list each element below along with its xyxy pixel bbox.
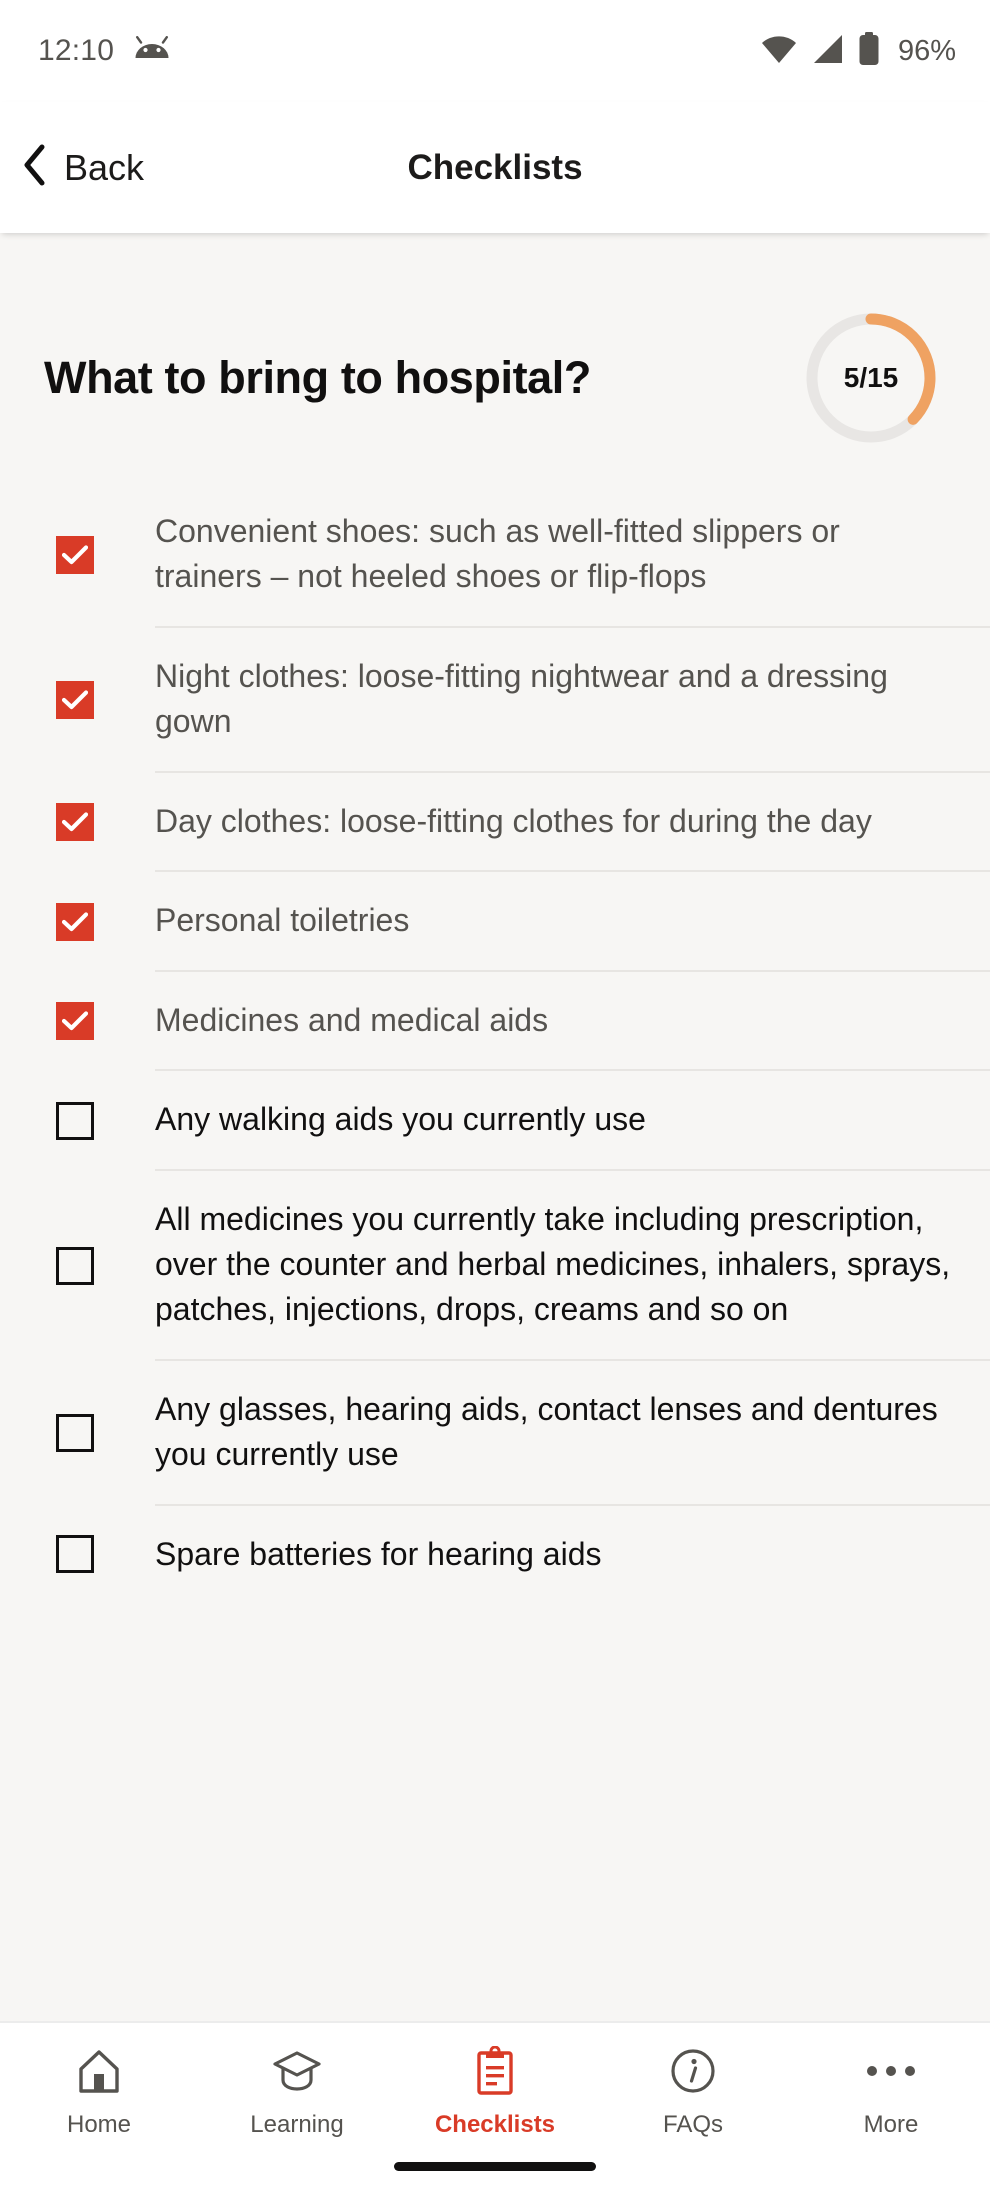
checklist-item-label: Any glasses, hearing aids, contact lense…: [155, 1390, 938, 1473]
battery-icon: [858, 31, 880, 71]
checkbox-cell: [56, 536, 155, 575]
checkbox-cell: [56, 1535, 155, 1574]
checklist-item-label: All medicines you currently take includi…: [155, 1200, 951, 1328]
home-indicator: [394, 2162, 596, 2171]
tab-label: Home: [66, 2111, 132, 2138]
checklist-row-body: Personal toiletries: [155, 872, 990, 972]
tab-faqs[interactable]: FAQs: [594, 2045, 792, 2139]
checkbox-unchecked-icon[interactable]: [56, 1246, 94, 1285]
content-scroll-area[interactable]: What to bring to hospital? 5/15 Convenie…: [0, 233, 990, 2021]
checklist-row-body: Convenient shoes: such as well-fitted sl…: [155, 483, 990, 628]
status-bar: 12:10 96%: [0, 0, 990, 102]
checklist-row-body: Day clothes: loose-fitting clothes for d…: [155, 773, 990, 873]
checkbox-cell: [56, 1101, 155, 1140]
checkbox-cell: [56, 1002, 155, 1041]
home-icon: [76, 2045, 122, 2097]
checklist-item-label: Any walking aids you currently use: [155, 1101, 646, 1138]
status-time: 12:10: [38, 34, 115, 67]
checklist-row-body: Night clothes: loose-fitting nightwear a…: [155, 628, 990, 773]
checkbox-cell: [56, 681, 155, 720]
ellipsis-icon: [865, 2045, 917, 2097]
checklist-row[interactable]: Personal toiletries: [0, 872, 990, 972]
checkbox-cell: [56, 1246, 155, 1285]
checklist-item-label: Convenient shoes: such as well-fitted sl…: [155, 513, 840, 595]
checklist-item-label: Spare batteries for hearing aids: [155, 1535, 602, 1572]
checklist-row-body: Spare batteries for hearing aids: [155, 1506, 990, 1603]
checklist-header: What to bring to hospital? 5/15: [0, 233, 990, 445]
app-screen: 12:10 96% Back Checklists What to bring …: [0, 0, 990, 2201]
checklist-row[interactable]: Medicines and medical aids: [0, 972, 990, 1072]
tab-label: More: [863, 2111, 919, 2138]
graduation-cap-icon: [272, 2045, 322, 2097]
tab-more[interactable]: More: [792, 2045, 990, 2139]
checkbox-checked-icon[interactable]: [56, 803, 94, 842]
checklist-row[interactable]: All medicines you currently take includi…: [0, 1171, 990, 1361]
checklist-row[interactable]: Any glasses, hearing aids, contact lense…: [0, 1361, 990, 1506]
checklist-item-label: Medicines and medical aids: [155, 1001, 549, 1038]
bottom-tab-bar: Home Learning Checklists FAQs More: [0, 2021, 990, 2201]
back-button[interactable]: Back: [0, 144, 144, 191]
checklist-row[interactable]: Night clothes: loose-fitting nightwear a…: [0, 628, 990, 773]
checklist-item-label: Day clothes: loose-fitting clothes for d…: [155, 802, 872, 839]
tab-label: FAQs: [662, 2111, 723, 2138]
status-bar-right: 96%: [760, 31, 956, 71]
checklist-row[interactable]: Any walking aids you currently use: [0, 1071, 990, 1171]
checkbox-unchecked-icon[interactable]: [56, 1414, 94, 1453]
checklist-row[interactable]: Convenient shoes: such as well-fitted sl…: [0, 483, 990, 628]
cellular-signal-icon: [812, 34, 844, 69]
battery-percent: 96%: [897, 34, 956, 67]
tab-learning[interactable]: Learning: [198, 2045, 396, 2139]
checkbox-cell: [56, 902, 155, 941]
back-button-label: Back: [64, 146, 145, 188]
clipboard-icon: [473, 2045, 517, 2097]
checklist-title: What to bring to hospital?: [44, 352, 592, 404]
tab-home[interactable]: Home: [0, 2045, 198, 2139]
checklist-item-label: Personal toiletries: [155, 902, 410, 939]
tab-checklists[interactable]: Checklists: [396, 2045, 594, 2139]
android-robot-icon: [134, 35, 170, 67]
checklist-row-body: Any glasses, hearing aids, contact lense…: [155, 1361, 990, 1506]
navigation-bar: Back Checklists: [0, 102, 990, 233]
checklist-row[interactable]: Day clothes: loose-fitting clothes for d…: [0, 773, 990, 873]
checklist-item-label: Night clothes: loose-fitting nightwear a…: [155, 657, 888, 740]
info-circle-icon: [669, 2045, 717, 2097]
checkbox-checked-icon[interactable]: [56, 1002, 94, 1041]
checkbox-checked-icon[interactable]: [56, 536, 94, 575]
checkbox-unchecked-icon[interactable]: [56, 1101, 94, 1140]
checkbox-unchecked-icon[interactable]: [56, 1535, 94, 1574]
progress-label: 5/15: [843, 362, 899, 393]
checkbox-checked-icon[interactable]: [56, 681, 94, 720]
checkbox-cell: [56, 803, 155, 842]
tab-label: Checklists: [434, 2111, 556, 2138]
status-bar-left: 12:10: [38, 34, 170, 68]
wifi-icon: [760, 34, 798, 69]
progress-ring: 5/15: [804, 311, 938, 445]
checkbox-checked-icon[interactable]: [56, 902, 94, 941]
checkbox-cell: [56, 1414, 155, 1453]
checklist-items: Convenient shoes: such as well-fitted sl…: [0, 483, 990, 1603]
checklist-row-body: Medicines and medical aids: [155, 972, 990, 1072]
tab-label: Learning: [250, 2111, 344, 2138]
checklist-row[interactable]: Spare batteries for hearing aids: [0, 1506, 990, 1603]
checklist-row-body: Any walking aids you currently use: [155, 1071, 990, 1171]
page-title-header: Checklists: [407, 147, 583, 187]
chevron-left-icon: [22, 144, 48, 191]
checklist-row-body: All medicines you currently take includi…: [155, 1171, 990, 1361]
